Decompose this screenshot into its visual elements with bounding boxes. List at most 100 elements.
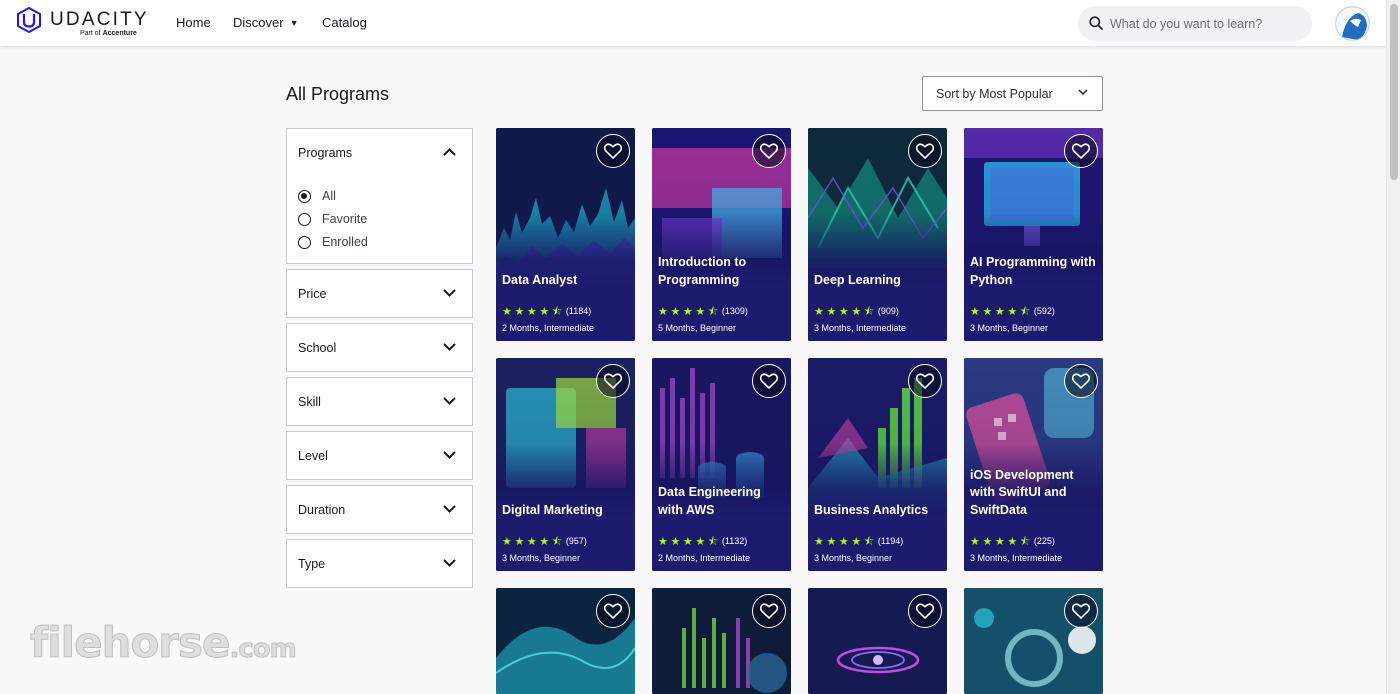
filter-school[interactable]: School (286, 323, 473, 372)
chevron-down-icon (443, 559, 456, 567)
favorite-heart-button[interactable] (1064, 364, 1098, 398)
filter-skill-header[interactable]: Skill (287, 378, 472, 426)
search-input[interactable] (1110, 6, 1300, 41)
filehorse-watermark: filehorse.com (30, 618, 298, 668)
heart-icon (916, 143, 934, 159)
filter-skill[interactable]: Skill (286, 377, 473, 426)
filter-programs: Programs All Favorite Enrolled (286, 128, 473, 264)
card-rating: ★★★★⯪(1194) (814, 533, 903, 548)
page-title: All Programs (286, 84, 390, 104)
program-card-ios-development[interactable]: iOS Development with SwiftUI and SwiftDa… (964, 358, 1103, 571)
chevron-down-icon (443, 451, 456, 459)
program-card-business-analytics[interactable]: Business Analytics ★★★★⯪(1194) 3 Months,… (808, 358, 947, 571)
card-meta: 5 Months, Beginner (658, 323, 737, 333)
filter-price[interactable]: Price (286, 269, 473, 318)
card-title: Business Analytics (814, 502, 929, 517)
program-card-data-engineering-aws[interactable]: Data Engineering with AWS ★★★★⯪(1132) 2 … (652, 358, 791, 571)
favorite-heart-button[interactable] (752, 594, 786, 628)
heart-icon (916, 373, 934, 389)
radio-button[interactable] (298, 190, 311, 203)
card-title: Data Engineering with AWS (658, 485, 761, 517)
nav-discover[interactable]: Discover ▼ (233, 15, 299, 30)
search-icon (1089, 16, 1103, 30)
filter-school-header[interactable]: School (287, 324, 472, 372)
card-rating: ★★★★⯪(957) (502, 533, 587, 548)
card-rating: ★★★★⯪(225) (970, 533, 1055, 548)
program-card-data-analyst[interactable]: Data Analyst ★★★★⯪(1184) 2 Months, Inter… (496, 128, 635, 341)
nav-catalog[interactable]: Catalog (322, 15, 367, 30)
user-avatar[interactable] (1335, 6, 1370, 41)
caret-down-icon: ▼ (289, 18, 299, 28)
filter-type[interactable]: Type (286, 539, 473, 588)
chevron-down-icon (443, 505, 456, 513)
card-rating: ★★★★⯪(1309) (658, 303, 748, 318)
program-card[interactable] (964, 588, 1103, 694)
program-card-intro-programming[interactable]: Introduction to Programming ★★★★⯪(1309) … (652, 128, 791, 341)
favorite-heart-button[interactable] (908, 134, 942, 168)
card-title: Digital Marketing (502, 502, 603, 517)
heart-icon (604, 373, 622, 389)
favorite-heart-button[interactable] (1064, 594, 1098, 628)
brand-tagline: Part of Accenture (80, 30, 137, 37)
star-rating-icon: ★★★★⯪ (658, 536, 721, 548)
filter-type-title: Type (298, 557, 326, 571)
favorite-heart-button[interactable] (752, 364, 786, 398)
filter-programs-header[interactable]: Programs (287, 129, 472, 177)
card-meta: 2 Months, Intermediate (658, 553, 751, 563)
avatar-image (1336, 7, 1369, 40)
heart-icon (604, 143, 622, 159)
filter-duration-header[interactable]: Duration (287, 486, 472, 534)
program-card[interactable] (496, 588, 635, 694)
nav-home[interactable]: Home (176, 15, 211, 30)
chevron-down-icon (443, 343, 456, 351)
chevron-down-icon (443, 289, 456, 297)
favorite-heart-button[interactable] (908, 364, 942, 398)
filter-programs-title: Programs (298, 146, 353, 160)
card-rating: ★★★★⯪(1184) (502, 303, 591, 318)
favorite-heart-button[interactable] (596, 364, 630, 398)
favorite-heart-button[interactable] (752, 134, 786, 168)
program-card[interactable] (652, 588, 791, 694)
brand-name: UDACITY (50, 9, 149, 30)
chevron-down-icon (443, 397, 456, 405)
program-card[interactable] (808, 588, 947, 694)
filter-level[interactable]: Level (286, 431, 473, 480)
heart-icon (1072, 603, 1090, 619)
filter-duration-title: Duration (298, 503, 346, 517)
filter-price-title: Price (298, 287, 327, 301)
udacity-logo[interactable]: UDACITY Part of Accenture (16, 7, 149, 39)
favorite-heart-button[interactable] (908, 594, 942, 628)
radio-button[interactable] (298, 236, 311, 249)
card-title: Data Analyst (502, 272, 578, 287)
chevron-down-icon (1078, 89, 1088, 96)
card-meta: 3 Months, Beginner (502, 553, 581, 563)
scrollbar-thumb[interactable] (1390, 4, 1398, 180)
heart-icon (760, 143, 778, 159)
program-card-ai-programming-python[interactable]: AI Programming with Python ★★★★⯪(592) 3 … (964, 128, 1103, 341)
filter-level-header[interactable]: Level (287, 432, 472, 480)
radio-button[interactable] (298, 213, 311, 226)
card-title: Introduction to Programming (658, 255, 747, 287)
heart-icon (604, 603, 622, 619)
heart-icon (1072, 143, 1090, 159)
program-card-digital-marketing[interactable]: Digital Marketing ★★★★⯪(957) 3 Months, B… (496, 358, 635, 571)
favorite-heart-button[interactable] (596, 594, 630, 628)
favorite-heart-button[interactable] (1064, 134, 1098, 168)
card-rating: ★★★★⯪(592) (970, 303, 1055, 318)
heart-icon (916, 603, 934, 619)
heart-icon (760, 373, 778, 389)
filter-type-header[interactable]: Type (287, 540, 472, 588)
card-rating: ★★★★⯪(909) (814, 303, 899, 318)
filter-price-header[interactable]: Price (287, 270, 472, 318)
filter-duration[interactable]: Duration (286, 485, 473, 534)
favorite-heart-button[interactable] (596, 134, 630, 168)
udacity-logo-icon (17, 7, 41, 33)
star-rating-icon: ★★★★⯪ (970, 536, 1033, 548)
program-card-deep-learning[interactable]: Deep Learning ★★★★⯪(909) 3 Months, Inter… (808, 128, 947, 341)
sort-dropdown[interactable]: Sort by Most Popular (922, 76, 1103, 111)
search-bar[interactable] (1078, 6, 1312, 41)
page-scrollbar[interactable] (1386, 0, 1400, 694)
chevron-up-icon (443, 148, 456, 156)
star-rating-icon: ★★★★⯪ (970, 306, 1033, 318)
card-meta: 3 Months, Beginner (814, 553, 893, 563)
